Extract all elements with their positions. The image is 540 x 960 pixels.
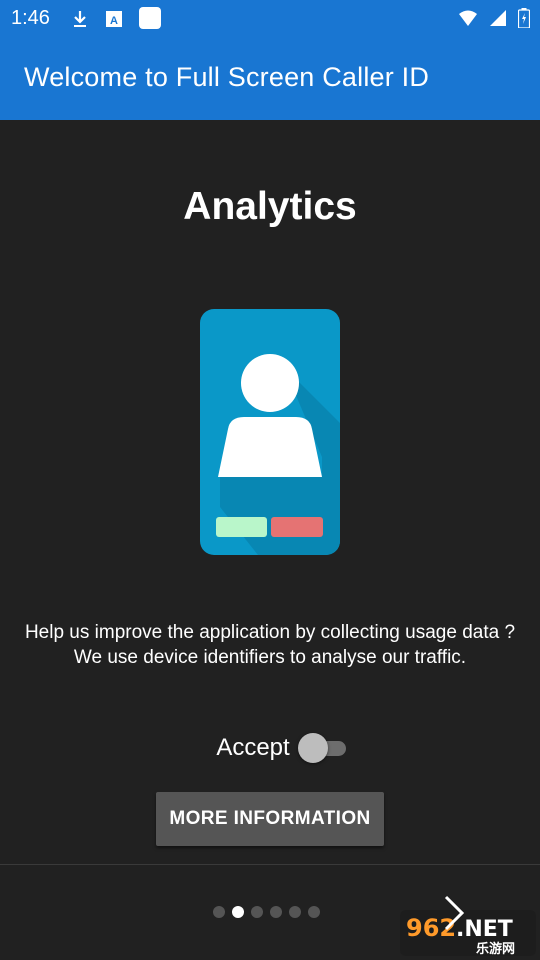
status-bar: 1:46 A: [0, 0, 540, 36]
cell-signal-icon: [488, 8, 508, 28]
analytics-description: Help us improve the application by colle…: [24, 622, 516, 668]
accept-toggle[interactable]: [297, 731, 350, 765]
accept-label: Accept: [216, 734, 290, 761]
page-title: Analytics: [183, 185, 357, 228]
page-dot[interactable]: [213, 906, 225, 918]
svg-text:乐游网: 乐游网: [476, 941, 515, 957]
toggle-thumb: [297, 733, 328, 763]
system-icons: [458, 8, 531, 29]
next-arrow-icon[interactable]: [440, 893, 470, 933]
page-dot[interactable]: [289, 906, 301, 918]
more-information-button[interactable]: MORE INFORMATION: [156, 792, 384, 846]
divider: [0, 864, 540, 865]
page-dot[interactable]: [270, 906, 282, 918]
wifi-icon: [458, 8, 478, 28]
accept-row: Accept: [0, 731, 540, 765]
phone-caller-illustration: [198, 307, 342, 557]
notification-icons: A: [70, 6, 162, 30]
app-bar: Welcome to Full Screen Caller ID: [0, 36, 540, 120]
page-indicator: [213, 906, 320, 918]
page-dot[interactable]: [251, 906, 263, 918]
battery-icon: [517, 8, 531, 29]
status-time: 1:46: [11, 7, 50, 29]
download-icon: [70, 9, 90, 29]
a-notification-icon: A: [104, 9, 124, 29]
page-dot[interactable]: [308, 906, 320, 918]
screen: 1:46 A Welcome to Full Screen Caller ID …: [0, 0, 540, 960]
app-bar-title: Welcome to Full Screen Caller ID: [24, 62, 430, 92]
page-dot-current[interactable]: [232, 906, 244, 918]
app-square-icon: [138, 6, 162, 30]
svg-text:A: A: [110, 15, 118, 27]
